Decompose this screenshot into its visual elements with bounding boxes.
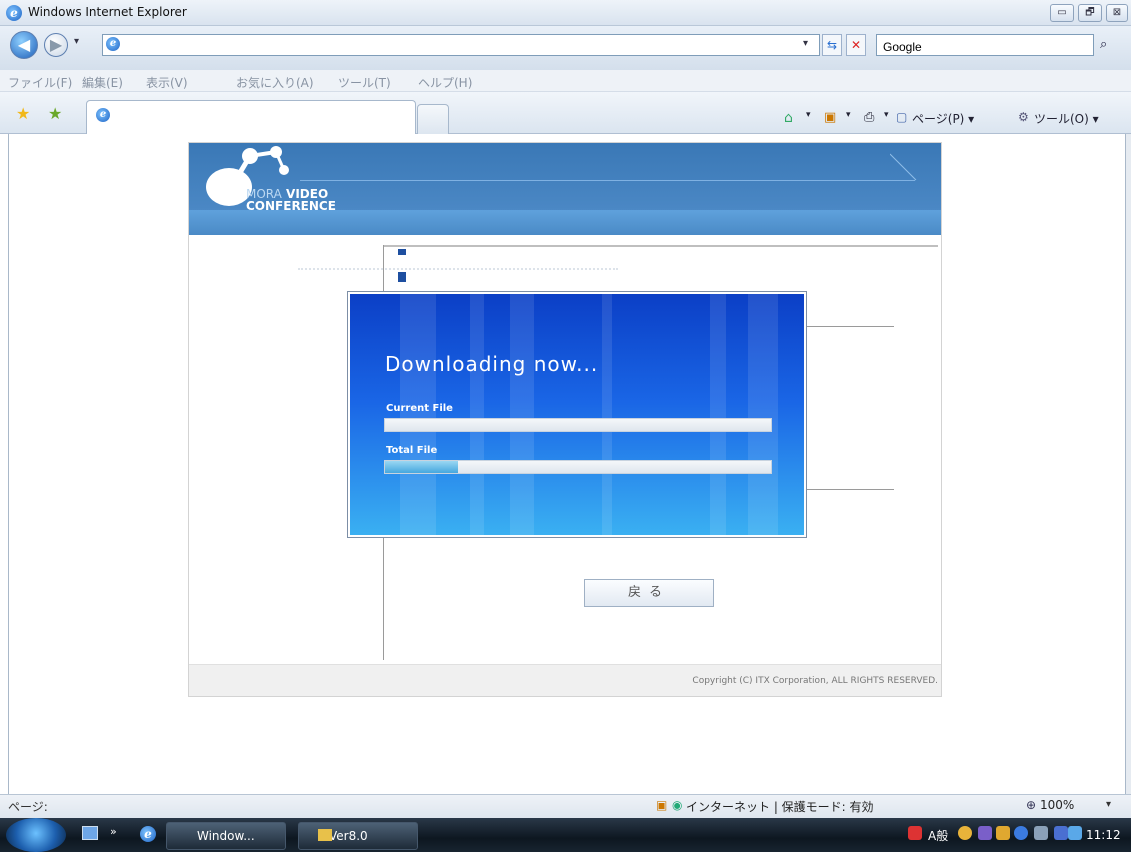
logo-text: MORA VIDEO CONFERENCE [246,188,336,212]
scrollbar[interactable] [1126,134,1131,794]
home-dropdown-icon[interactable]: ▾ [806,110,811,120]
quicklaunch-more-icon[interactable]: » [110,825,117,838]
print-dropdown-icon[interactable]: ▾ [884,110,889,120]
dialog-streak [400,294,436,535]
close-button[interactable]: ⊠ [1106,4,1128,22]
new-tab-button[interactable] [417,104,449,134]
logo-nodes-icon [235,146,289,178]
menu-help[interactable]: ヘルプ(H) [418,74,472,91]
tray-icon-5[interactable] [1034,826,1048,840]
tools-menu-button[interactable]: ツール(O) ▾ [1034,110,1099,127]
download-dialog [347,291,807,538]
internet-zone-icon: ◉ [672,798,683,812]
window-title: Windows Internet Explorer [28,5,187,19]
address-dropdown-icon[interactable]: ▾ [803,38,808,49]
return-button[interactable]: 戻る [584,579,714,607]
add-favorite-icon[interactable]: ★ [48,104,62,123]
banner-chevron-icon [890,153,917,181]
banner-line [300,180,915,181]
clock[interactable]: 11:12 [1086,828,1121,842]
help-tray-icon[interactable] [1014,826,1028,840]
copyright-text: Copyright (C) ITX Corporation, ALL RIGHT… [692,676,938,686]
feeds-dropdown-icon[interactable]: ▾ [846,110,851,120]
ime-indicator[interactable]: A般 [928,827,948,844]
total-file-label: Total File [386,445,438,456]
tray-icon-4[interactable] [996,826,1010,840]
obscured-text [298,262,618,270]
banner-strip [189,210,941,235]
search-input[interactable] [876,34,1094,56]
top-rule [383,245,938,247]
dialog-streak [470,294,484,535]
tray-icon-1[interactable] [908,826,922,840]
bullet-square-2 [398,272,406,282]
search-icon[interactable]: ⌕ [1100,37,1107,52]
home-icon[interactable]: ⌂ [784,110,793,126]
zoom-icon: ⊕ [1026,798,1037,812]
zoom-level[interactable]: 100% [1040,798,1074,812]
print-icon[interactable]: ⎙ [864,110,874,125]
back-nav-button[interactable]: ◀ [10,31,38,59]
rule-2 [806,489,894,490]
rule-1 [806,326,894,327]
dialog-streak [748,294,778,535]
history-dropdown-icon[interactable]: ▾ [74,36,79,47]
shield-icon[interactable] [1054,826,1068,840]
current-file-progress [384,418,772,432]
tab-page-icon: e [96,108,110,122]
tools-gear-icon: ⚙ [1018,110,1029,124]
start-button[interactable] [6,818,66,852]
status-text: ページ: [8,800,48,814]
network-icon[interactable] [1068,826,1082,840]
menu-edit[interactable]: 編集(E) [82,74,123,91]
dialog-streak [510,294,534,535]
maximize-button[interactable]: 🗗 [1078,4,1102,22]
popup-blocker-icon[interactable]: ▣ [656,798,667,812]
favorites-star-icon[interactable]: ★ [16,104,30,123]
dialog-title: Downloading now... [385,352,599,376]
dialog-streak [710,294,726,535]
tray-icon-2[interactable] [958,826,972,840]
minimize-button[interactable]: ▭ [1050,4,1074,22]
security-zone-text: インターネット | 保護モード: 有効 [686,800,874,814]
bullet-square-1 [398,249,406,255]
forward-nav-button[interactable]: ▶ [44,33,68,57]
page-menu-icon: ▢ [896,110,908,124]
logo-text-conference: CONFERENCE [246,199,336,213]
page-icon: e [106,37,120,51]
menu-view[interactable]: 表示(V) [146,74,188,91]
current-file-label: Current File [386,403,453,414]
zoom-dropdown-icon[interactable]: ▾ [1106,799,1111,810]
taskbar-item-folder[interactable]: Ver8.0 [298,822,418,850]
taskbar-item-ie[interactable]: Window... [166,822,286,850]
tab-current[interactable] [86,100,416,134]
show-desktop-icon[interactable] [82,826,98,840]
menu-favorites[interactable]: お気に入り(A) [236,74,314,91]
refresh-icon[interactable]: ⇆ [822,34,842,56]
folder-icon [318,829,332,841]
stop-icon[interactable]: ✕ [846,34,866,56]
total-file-progress-fill [385,461,458,473]
tray-icon-3[interactable] [978,826,992,840]
total-file-progress [384,460,772,474]
ie-logo-icon: e [6,5,22,21]
address-input[interactable] [102,34,820,56]
dialog-streak [602,294,612,535]
page-menu-button[interactable]: ページ(P) ▾ [912,110,974,127]
status-bar [0,794,1131,818]
feeds-icon[interactable]: ▣ [824,110,836,125]
menu-file[interactable]: ファイル(F) [8,74,72,91]
quicklaunch-ie-icon[interactable]: e [140,826,156,842]
menu-tools[interactable]: ツール(T) [338,74,391,91]
